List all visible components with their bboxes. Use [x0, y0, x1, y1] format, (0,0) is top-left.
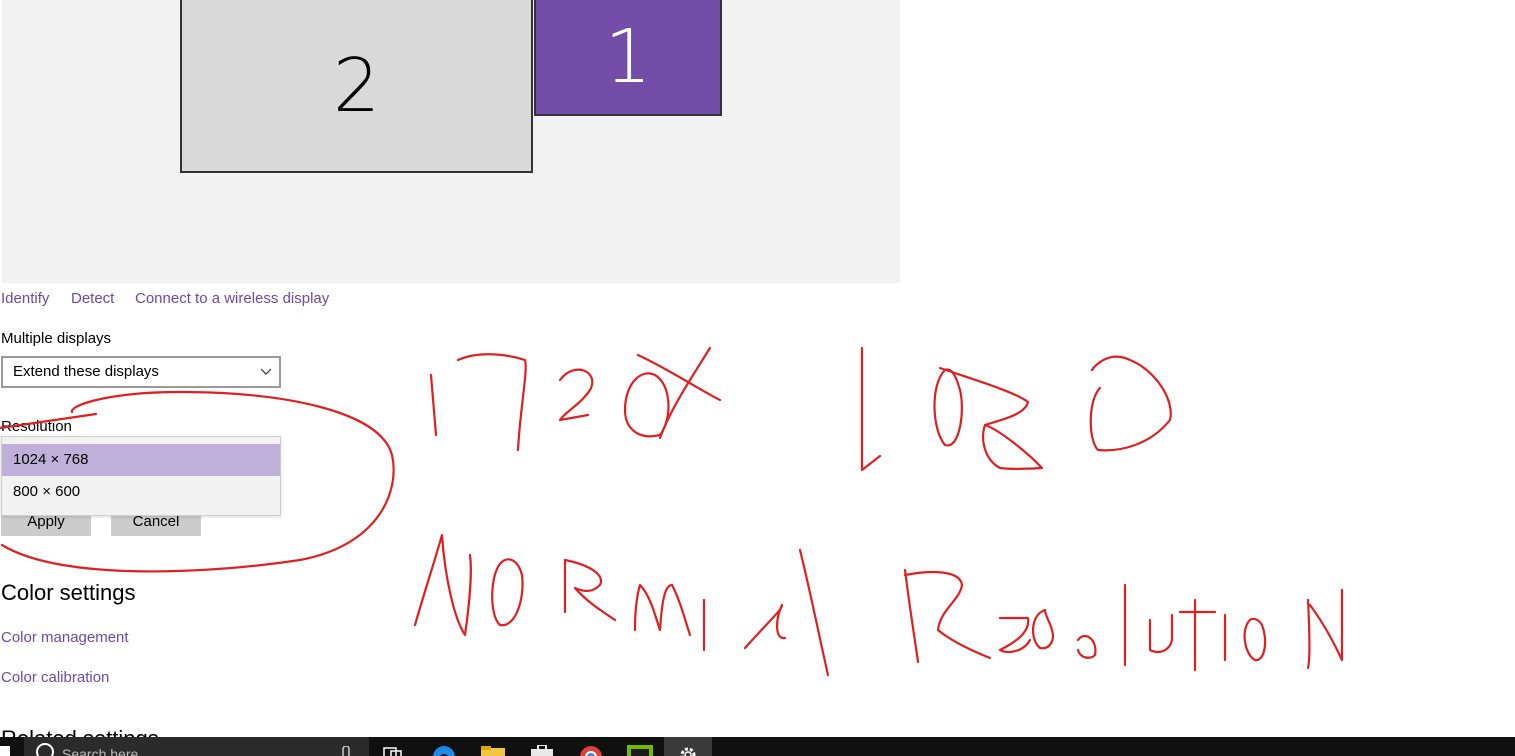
monitor-1-tile[interactable]: 1 [534, 0, 722, 116]
edge-icon[interactable] [432, 745, 456, 756]
monitor-2-tile[interactable]: 2 [180, 0, 533, 173]
color-calibration-link[interactable]: Color calibration [1, 669, 109, 686]
nvidia-icon[interactable] [627, 745, 653, 756]
settings-gear-icon [680, 747, 696, 756]
color-management-link[interactable]: Color management [1, 629, 129, 646]
taskbar-search-placeholder: Search here [62, 746, 139, 756]
taskbar: Search here [0, 737, 1515, 756]
chrome-icon[interactable] [579, 745, 603, 756]
resolution-label: Resolution [1, 418, 72, 435]
resolution-option[interactable]: 800 × 600 [2, 476, 280, 508]
color-settings-heading: Color settings [1, 580, 136, 605]
multiple-displays-label: Multiple displays [1, 330, 112, 347]
multiple-displays-select[interactable]: Extend these displays [1, 356, 281, 388]
multiple-displays-value: Extend these displays [13, 363, 159, 380]
chevron-down-icon [261, 368, 271, 375]
microphone-icon[interactable] [342, 746, 350, 756]
monitor-2-label: 2 [332, 42, 381, 129]
file-explorer-icon[interactable] [481, 746, 505, 756]
store-icon[interactable] [530, 745, 554, 756]
search-icon [36, 743, 54, 756]
identify-link[interactable]: Identify [1, 290, 49, 307]
task-view-icon[interactable] [383, 747, 403, 756]
taskbar-search-box[interactable]: Search here [24, 737, 369, 756]
detect-link[interactable]: Detect [71, 290, 114, 307]
display-arrangement-panel: 2 1 [2, 0, 900, 283]
resolution-dropdown-list[interactable]: 1024 × 768 800 × 600 [1, 436, 281, 516]
start-icon[interactable] [0, 746, 10, 756]
monitor-1-label: 1 [604, 14, 652, 100]
settings-taskbar-button[interactable] [664, 737, 712, 756]
connect-wireless-display-link[interactable]: Connect to a wireless display [135, 290, 329, 307]
resolution-option-selected[interactable]: 1024 × 768 [2, 444, 280, 476]
